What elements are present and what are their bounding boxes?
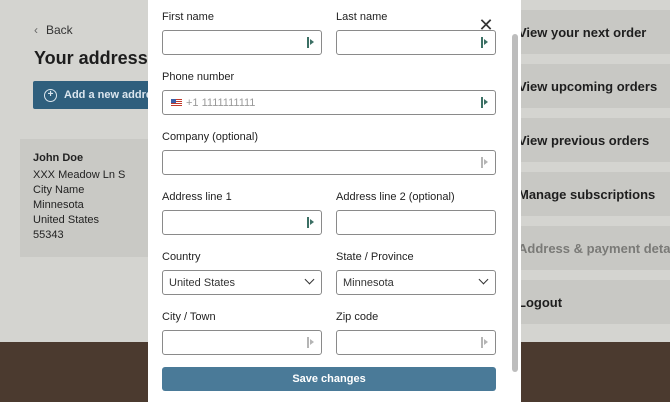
last-name-field[interactable] <box>336 30 496 55</box>
state-value: Minnesota <box>343 277 394 289</box>
password-manager-icon[interactable] <box>307 217 314 228</box>
back-label: Back <box>46 23 73 37</box>
back-link[interactable]: ‹ Back <box>34 23 73 37</box>
address-line-1-field[interactable] <box>162 210 322 235</box>
address-name: John Doe <box>33 152 84 164</box>
address-line-1-label: Address line 1 <box>162 191 232 203</box>
phone-placeholder: +1 1111111111 <box>186 97 256 109</box>
phone-field[interactable]: +1 1111111111 <box>162 90 496 115</box>
plus-circle-icon: + <box>44 88 57 102</box>
modal-scrollbar[interactable] <box>512 34 518 372</box>
state-select[interactable]: Minnesota <box>336 270 496 295</box>
password-manager-icon[interactable] <box>481 97 488 108</box>
chevron-down-icon <box>478 274 489 285</box>
address-card[interactable]: John Doe XXX Meadow Ln S City Name Minne… <box>20 139 160 257</box>
menu-item-subscriptions[interactable]: Manage subscriptions <box>513 172 670 216</box>
address-state: Minnesota <box>33 199 84 211</box>
first-name-field[interactable] <box>162 30 322 55</box>
country-select[interactable]: United States <box>162 270 322 295</box>
menu-item-previous-orders[interactable]: View previous orders <box>513 118 670 162</box>
address-line-2-field[interactable] <box>336 210 496 235</box>
address-street: XXX Meadow Ln S <box>33 169 126 181</box>
address-city: City Name <box>33 184 85 196</box>
company-field[interactable] <box>162 150 496 175</box>
zip-field[interactable] <box>336 330 496 355</box>
password-manager-icon[interactable] <box>481 37 488 48</box>
edit-address-modal: ✕ First name Last name Phone number +1 1… <box>148 0 521 402</box>
company-label: Company (optional) <box>162 131 258 143</box>
country-value: United States <box>169 277 236 289</box>
save-changes-button[interactable]: Save changes <box>162 367 496 391</box>
city-field[interactable] <box>162 330 322 355</box>
address-line-2-label: Address line 2 (optional) <box>336 191 455 203</box>
zip-label: Zip code <box>336 311 379 323</box>
city-label: City / Town <box>162 311 216 323</box>
first-name-label: First name <box>162 11 214 23</box>
last-name-label: Last name <box>336 11 388 23</box>
address-zip: 55343 <box>33 229 64 241</box>
phone-label: Phone number <box>162 71 235 83</box>
us-flag-icon[interactable] <box>171 99 182 107</box>
password-manager-icon[interactable] <box>481 157 488 168</box>
menu-item-next-order[interactable]: View your next order <box>513 10 670 54</box>
menu-item-logout[interactable]: Logout <box>513 280 670 324</box>
menu-item-upcoming-orders[interactable]: View upcoming orders <box>513 64 670 108</box>
password-manager-icon[interactable] <box>481 337 488 348</box>
password-manager-icon[interactable] <box>307 37 314 48</box>
chevron-down-icon <box>304 274 315 285</box>
menu-item-address-payment[interactable]: Address & payment details <box>513 226 670 270</box>
password-manager-icon[interactable] <box>307 337 314 348</box>
chevron-left-icon: ‹ <box>34 23 38 37</box>
country-label: Country <box>162 251 201 263</box>
state-label: State / Province <box>336 251 414 263</box>
address-list-panel: ‹ Back Your addresses + Add a new addres… <box>0 0 173 342</box>
address-country: United States <box>33 214 100 226</box>
